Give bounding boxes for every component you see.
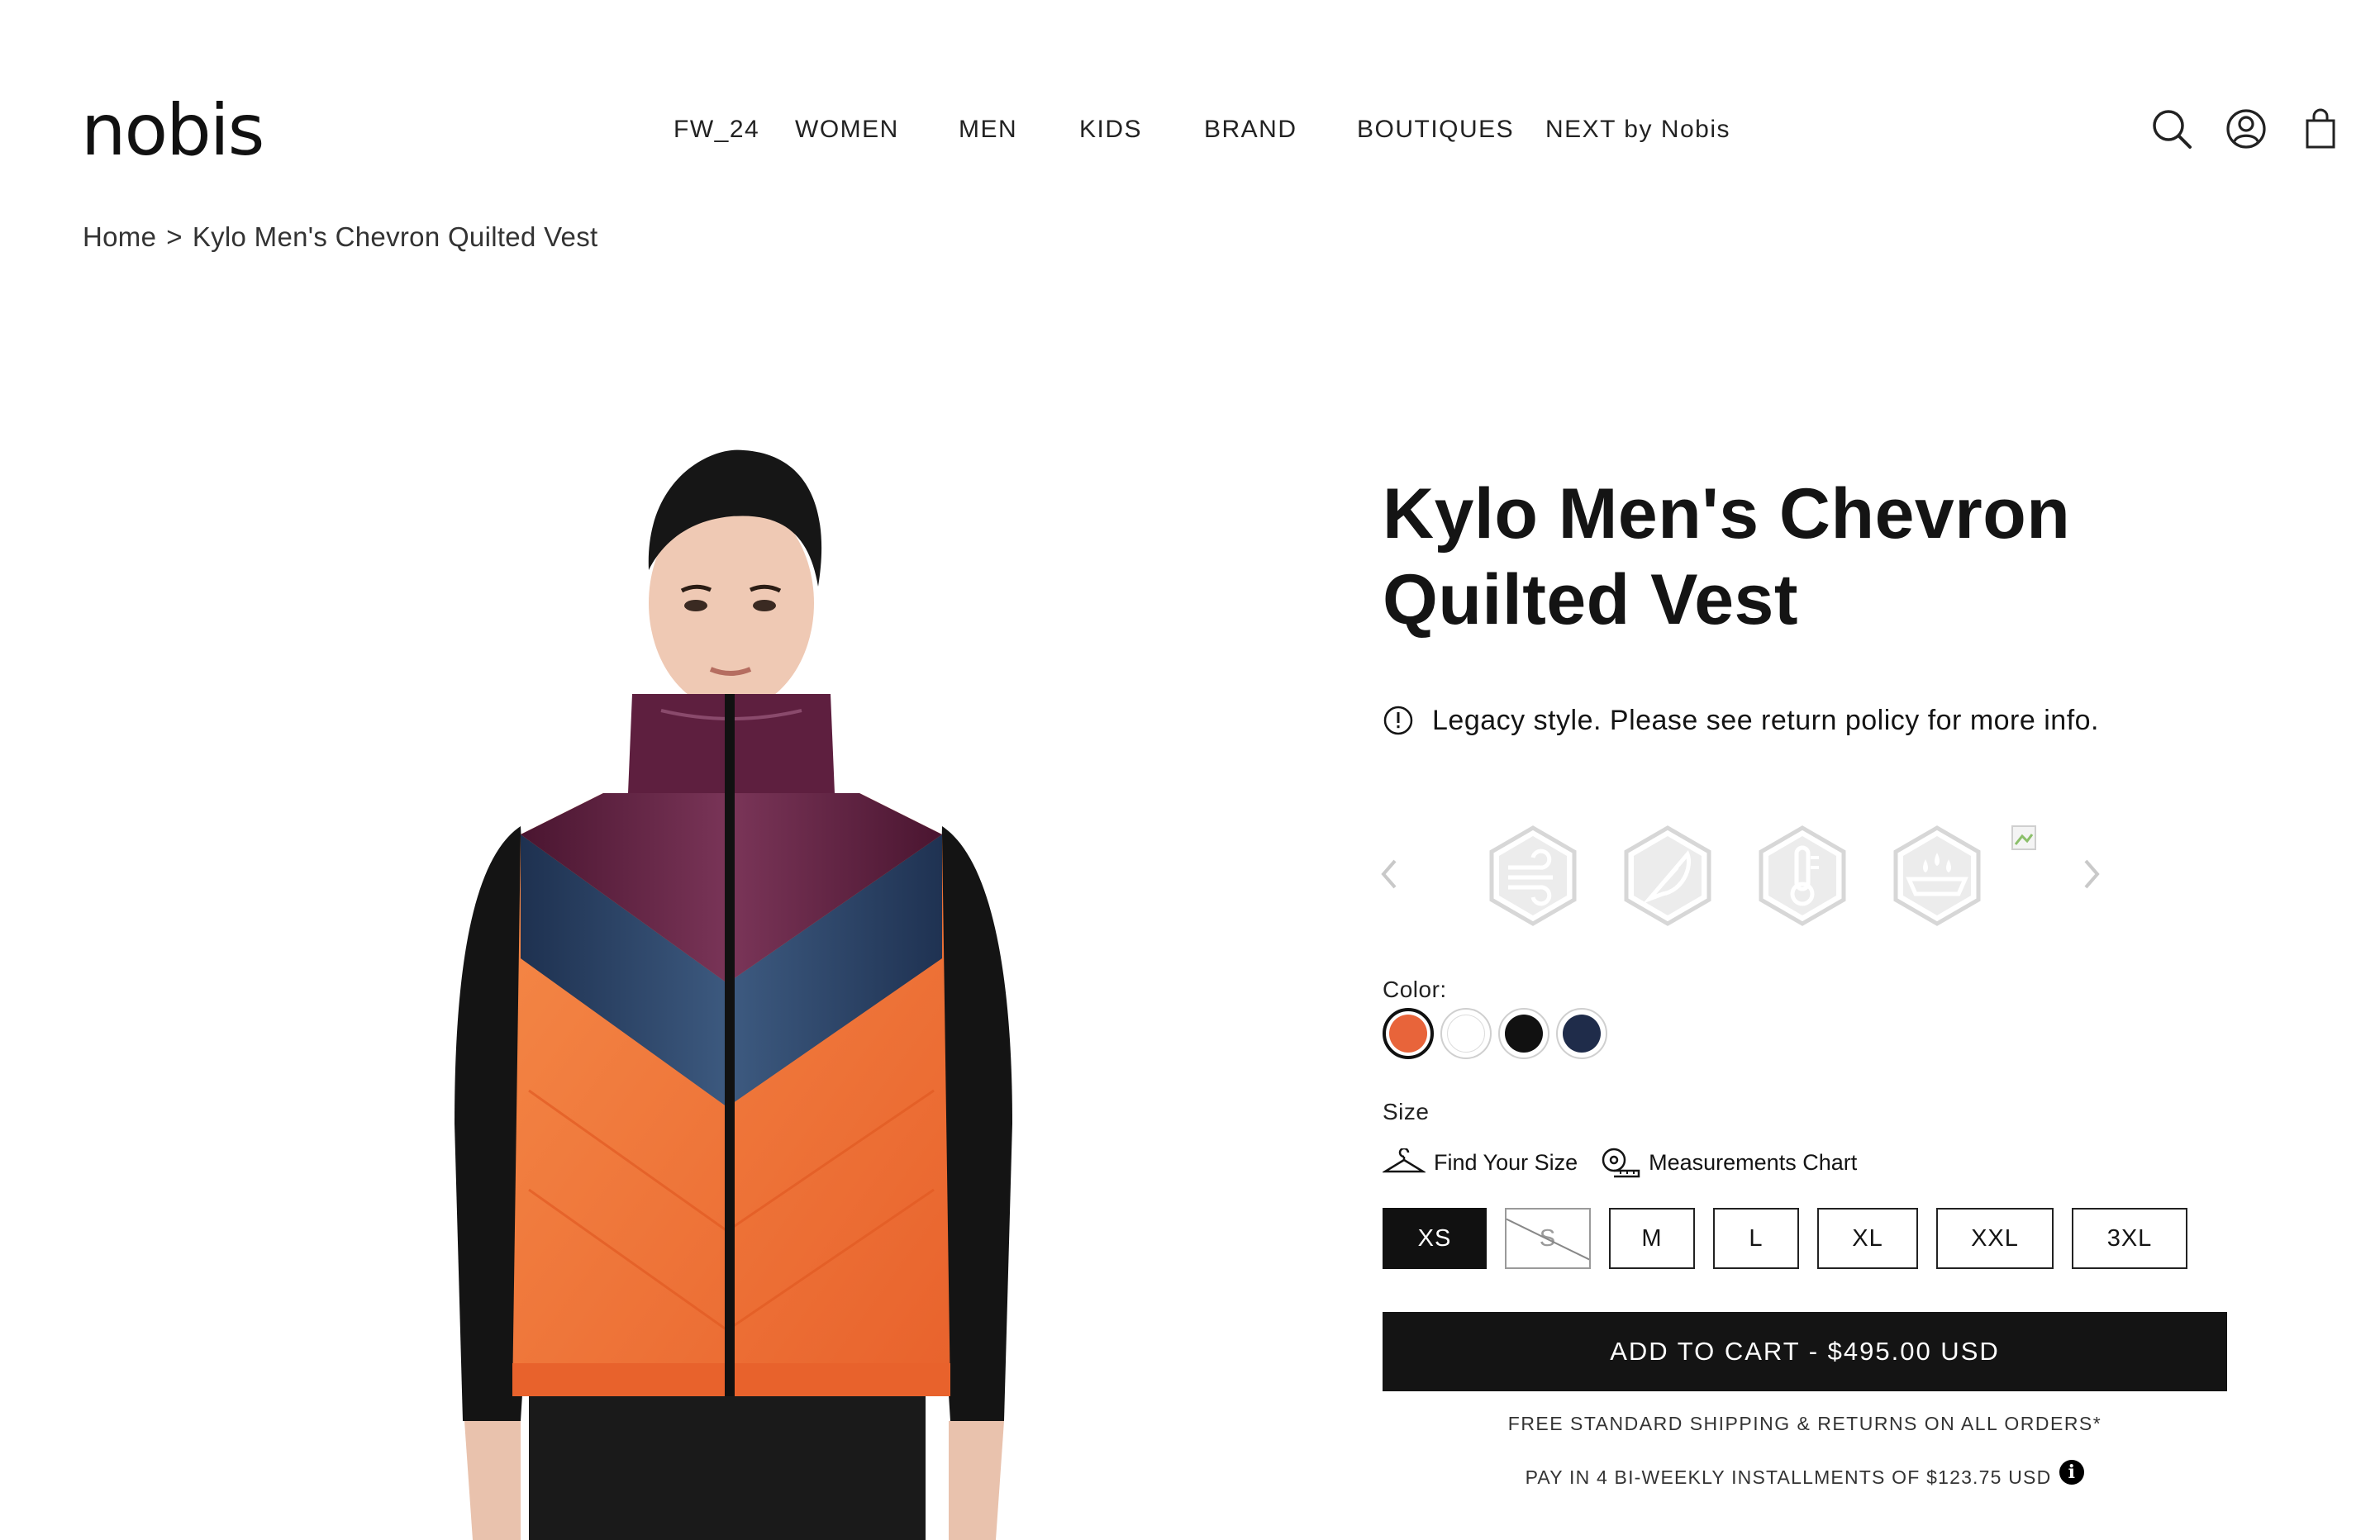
size-option-l[interactable]: L [1713,1208,1799,1269]
carousel-next-arrow-icon[interactable] [2076,851,2109,897]
nav-item-boutiques[interactable]: BOUTIQUES [1357,116,1514,144]
info-icon[interactable]: i [2059,1460,2085,1485]
water-resistant-icon [1886,825,1988,927]
size-option-xs[interactable]: XS [1383,1208,1487,1269]
swatch-fill [1389,1015,1427,1053]
color-swatch-black[interactable] [1498,1008,1549,1059]
nav-item-fw24[interactable]: FW_24 [674,116,759,144]
hanger-icon [1383,1148,1426,1173]
nav-item-kids[interactable]: KIDS [1079,116,1142,144]
color-swatch-white[interactable] [1440,1008,1492,1059]
lightweight-feather-icon [1616,825,1719,927]
size-label: Size [1383,1099,1430,1124]
color-swatch-navy[interactable] [1556,1008,1607,1059]
product-title: Kylo Men's Chevron Quilted Vest [1383,474,2071,639]
swatch-fill [1447,1015,1485,1053]
size-option-s[interactable]: S [1505,1208,1591,1269]
size-option-xxl[interactable]: XXL [1936,1208,2054,1269]
color-swatch-orange[interactable] [1383,1008,1434,1059]
main-nav: FW_24 WOMEN MEN KIDS BRAND BOUTIQUES NEX… [0,116,2380,149]
temperature-icon [1751,825,1854,927]
feature-icons-carousel [1372,818,2116,934]
breadcrumb-home-link[interactable]: Home [83,221,156,252]
broken-image-icon [2011,825,2037,851]
find-your-size-label: Find Your Size [1434,1149,1578,1175]
size-option-xl[interactable]: XL [1817,1208,1918,1269]
breadcrumb: Home > Kylo Men's Chevron Quilted Vest [83,221,597,253]
shipping-info: FREE STANDARD SHIPPING & RETURNS ON ALL … [1507,1413,2102,1434]
account-icon[interactable] [2225,107,2268,150]
wind-resistant-icon [1482,825,1584,927]
installments-info: PAY IN 4 BI-WEEKLY INSTALLMENTS OF $123.… [1383,1460,2227,1494]
carousel-prev-arrow-icon[interactable] [1372,851,1405,897]
nav-item-men[interactable]: MEN [959,116,1017,144]
nav-item-brand[interactable]: BRAND [1204,116,1297,144]
swatch-fill [1505,1015,1543,1053]
search-icon[interactable] [2150,107,2193,150]
size-tools: Find Your Size Measurements Chart [1383,1144,1880,1181]
alert-circle-icon [1383,706,1413,735]
breadcrumb-separator: > [166,221,183,252]
measurements-chart-label: Measurements Chart [1649,1149,1858,1175]
find-your-size-link[interactable]: Find Your Size [1383,1148,1578,1176]
breadcrumb-current: Kylo Men's Chevron Quilted Vest [192,221,598,252]
swatch-fill [1563,1015,1601,1053]
product-photo-vest [455,449,1012,1540]
product-image[interactable] [397,446,1074,1540]
nav-item-women[interactable]: WOMEN [795,116,899,144]
color-label: Color: [1383,977,1447,1002]
add-to-cart-button[interactable]: ADD TO CART - $495.00 USD [1383,1312,2227,1391]
measuring-tape-icon [1602,1148,1640,1178]
size-option-3xl[interactable]: 3XL [2072,1208,2187,1269]
legacy-notice: Legacy style. Please see return policy f… [1383,702,2099,739]
size-option-m[interactable]: M [1609,1208,1695,1269]
measurements-chart-link[interactable]: Measurements Chart [1601,1147,1857,1178]
installments-text: PAY IN 4 BI-WEEKLY INSTALLMENTS OF $123.… [1525,1466,2052,1488]
legacy-notice-text: Legacy style. Please see return policy f… [1432,704,2099,736]
nav-item-next-by-nobis[interactable]: NEXT by Nobis [1545,116,1730,144]
shopping-bag-icon[interactable] [2299,107,2342,150]
